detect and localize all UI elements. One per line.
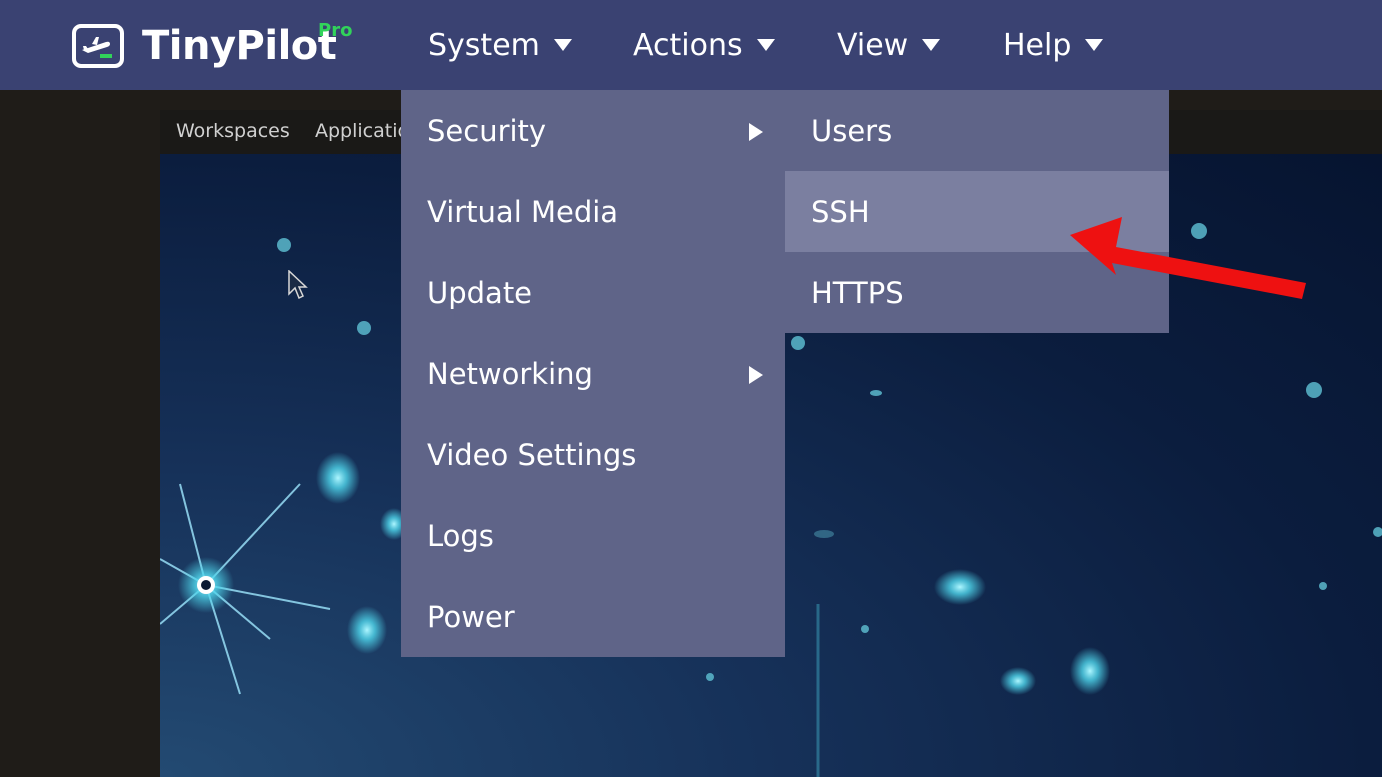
tinypilot-logo[interactable]: TinyPilot xyxy=(72,20,337,72)
menu-item-power[interactable]: Power xyxy=(401,576,785,657)
chevron-down-icon xyxy=(756,39,775,51)
taskbar-workspaces[interactable]: Workspaces xyxy=(176,120,290,142)
airplane-terminal-icon xyxy=(72,24,124,68)
nav-view-label: View xyxy=(837,27,909,63)
nav-help-label: Help xyxy=(1003,27,1072,63)
menu-item-virtual-media[interactable]: Virtual Media xyxy=(401,171,785,252)
menu-item-label: Networking xyxy=(427,356,593,391)
menu-item-label: Users xyxy=(811,113,893,148)
tinypilot-window: TinyPilot Pro System Actions View Help W… xyxy=(0,0,1382,777)
chevron-down-icon xyxy=(922,39,941,51)
menu-item-label: Update xyxy=(427,275,533,310)
system-menu: Security Virtual Media Update Networking… xyxy=(401,90,785,657)
nav-actions-label: Actions xyxy=(633,27,743,63)
menu-item-update[interactable]: Update xyxy=(401,252,785,333)
top-navbar: TinyPilot Pro System Actions View Help xyxy=(0,0,1382,90)
chevron-down-icon xyxy=(1085,39,1104,51)
menu-item-label: Logs xyxy=(427,518,494,553)
nav-help[interactable]: Help xyxy=(1003,0,1104,90)
taskbar-applications[interactable]: Applicatio xyxy=(315,120,409,142)
menu-item-label: Security xyxy=(427,113,547,148)
menu-item-label: Video Settings xyxy=(427,437,637,472)
nav-system[interactable]: System xyxy=(428,0,572,90)
nav-system-label: System xyxy=(428,27,540,63)
menu-item-label: HTTPS xyxy=(811,275,904,310)
menu-item-security[interactable]: Security xyxy=(401,90,785,171)
pro-badge: Pro xyxy=(318,20,353,41)
app-name: TinyPilot xyxy=(142,23,337,69)
menu-item-networking[interactable]: Networking xyxy=(401,333,785,414)
chevron-right-icon xyxy=(749,366,763,384)
chevron-down-icon xyxy=(553,39,572,51)
menu-item-label: SSH xyxy=(811,194,870,229)
mouse-cursor-icon xyxy=(288,269,308,304)
nav-actions[interactable]: Actions xyxy=(633,0,775,90)
annotation-arrow-icon xyxy=(1060,205,1320,309)
menu-item-logs[interactable]: Logs xyxy=(401,495,785,576)
menu-item-label: Virtual Media xyxy=(427,194,619,229)
chevron-right-icon xyxy=(749,123,763,141)
submenu-item-users[interactable]: Users xyxy=(785,90,1169,171)
menu-item-label: Power xyxy=(427,599,515,634)
nav-view[interactable]: View xyxy=(837,0,941,90)
menu-item-video-settings[interactable]: Video Settings xyxy=(401,414,785,495)
